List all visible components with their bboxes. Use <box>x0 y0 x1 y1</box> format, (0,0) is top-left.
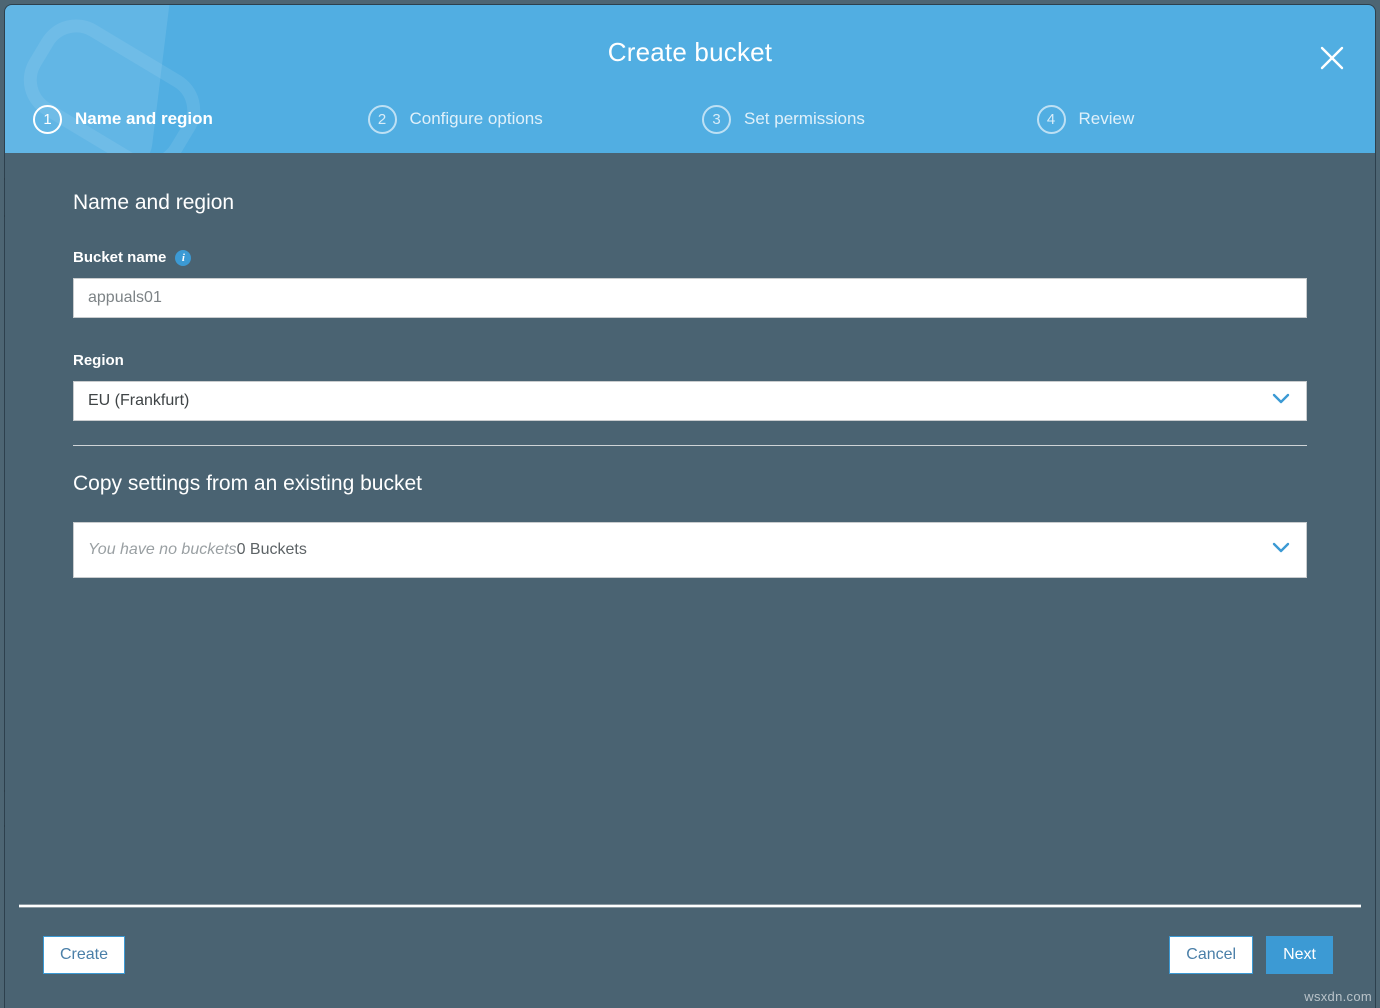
region-select[interactable]: EU (Frankfurt) <box>73 381 1307 421</box>
site-watermark: wsxdn.com <box>1304 989 1372 1004</box>
create-button[interactable]: Create <box>43 936 125 974</box>
create-bucket-modal: Create bucket 1 Name and region 2 Config… <box>5 5 1375 1008</box>
step-label: Set permissions <box>744 109 865 129</box>
copy-settings-select[interactable]: You have no buckets0 Buckets <box>73 522 1307 578</box>
close-button[interactable] <box>1311 37 1353 79</box>
bucket-name-label: Bucket name i <box>73 249 1307 266</box>
cancel-button[interactable]: Cancel <box>1169 936 1253 974</box>
bucket-name-label-text: Bucket name <box>73 249 166 266</box>
page-title: Name and region <box>73 191 1307 215</box>
region-label-text: Region <box>73 352 124 369</box>
step-set-permissions[interactable]: 3 Set permissions <box>690 105 1025 134</box>
modal-body: Name and region Bucket name i Region EU … <box>5 153 1375 896</box>
copy-settings-title: Copy settings from an existing bucket <box>73 472 1307 496</box>
copy-settings-empty-text: You have no buckets <box>88 541 237 559</box>
modal-header: Create bucket 1 Name and region 2 Config… <box>5 5 1375 153</box>
modal-title: Create bucket <box>5 37 1375 68</box>
step-label: Name and region <box>75 109 213 129</box>
region-selected-value: EU (Frankfurt) <box>88 392 189 410</box>
chevron-down-icon <box>1272 392 1290 410</box>
step-number: 4 <box>1037 105 1066 134</box>
step-number: 2 <box>368 105 397 134</box>
chevron-down-icon <box>1272 541 1290 559</box>
copy-settings-count-text: 0 Buckets <box>237 541 307 559</box>
bucket-name-input[interactable] <box>73 278 1307 318</box>
modal-footer: Create Cancel Next <box>5 896 1375 1008</box>
step-number: 3 <box>702 105 731 134</box>
step-configure-options[interactable]: 2 Configure options <box>356 105 691 134</box>
step-label: Configure options <box>410 109 543 129</box>
step-indicator: 1 Name and region 2 Configure options 3 … <box>5 97 1375 141</box>
close-icon <box>1317 43 1347 73</box>
region-label: Region <box>73 352 1307 369</box>
step-review[interactable]: 4 Review <box>1025 105 1360 134</box>
section-divider <box>73 445 1307 446</box>
info-icon[interactable]: i <box>175 250 191 266</box>
next-button[interactable]: Next <box>1266 936 1333 974</box>
step-number: 1 <box>33 105 62 134</box>
step-label: Review <box>1079 109 1135 129</box>
footer-divider <box>19 904 1361 908</box>
step-name-and-region[interactable]: 1 Name and region <box>21 105 356 134</box>
